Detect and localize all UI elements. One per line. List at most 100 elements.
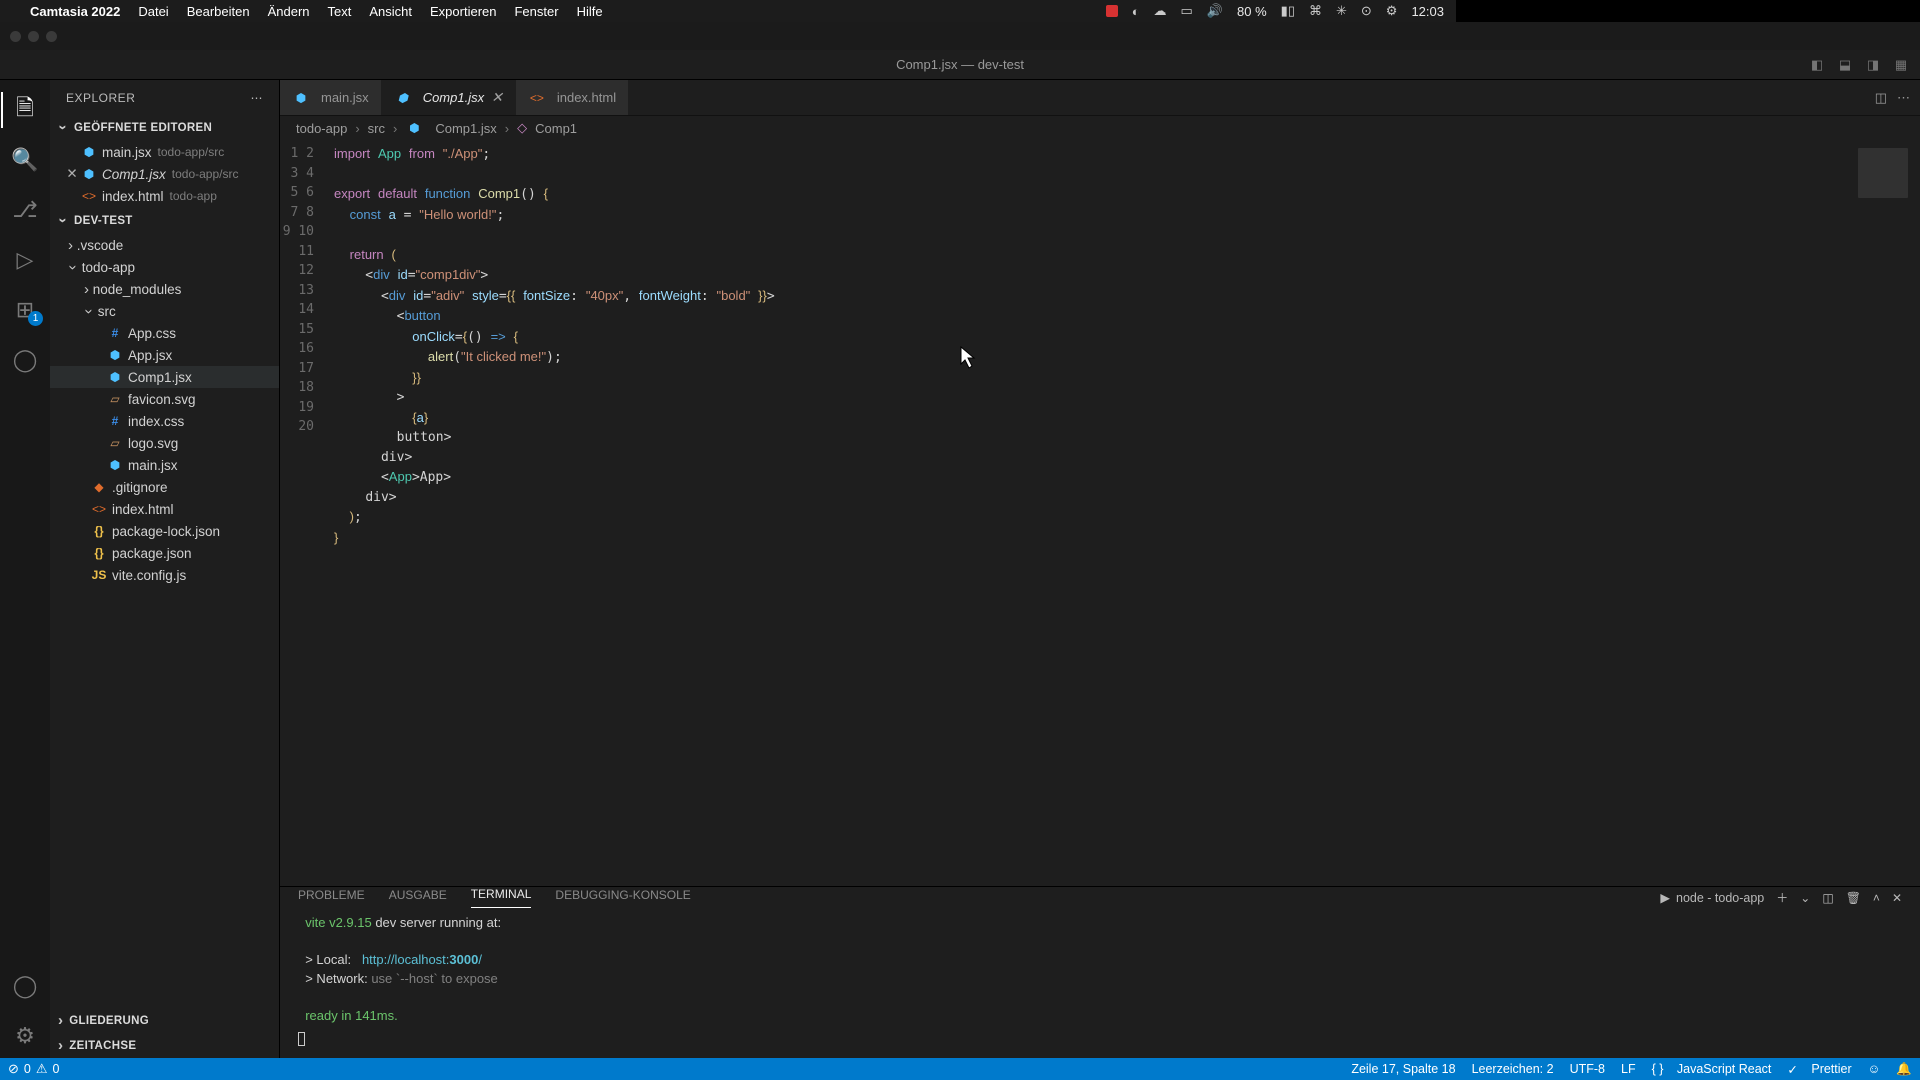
open-editor-item[interactable]: ✕⬢main.jsxtodo-app/src (50, 141, 279, 163)
section-outline[interactable]: GLIEDERUNG (50, 1008, 279, 1033)
breadcrumbs[interactable]: todo-app› src› ⬢Comp1.jsx› ◇Comp1 (280, 116, 1920, 140)
code-editor[interactable]: import App from "./App"; export default … (328, 140, 1840, 886)
mac-menu-item[interactable]: Datei (138, 4, 168, 19)
layout-panel-bottom-icon[interactable]: ⬓ (1834, 54, 1856, 76)
window-chrome (0, 22, 1920, 50)
panel-tab[interactable]: AUSGABE (389, 888, 447, 908)
file-item[interactable]: ▱logo.svg (50, 432, 279, 454)
mac-menu-item[interactable]: Exportieren (430, 4, 496, 19)
status-notifications-icon[interactable]: 🔔 (1896, 1062, 1912, 1077)
battery-percent[interactable]: 80 % (1237, 4, 1267, 19)
status-prettier[interactable]: ✓ Prettier (1787, 1062, 1851, 1077)
crumb[interactable]: Comp1 (535, 121, 577, 136)
open-editor-item[interactable]: ✕⬢Comp1.jsxtodo-app/src (50, 163, 279, 185)
panel-tab[interactable]: DEBUGGING-KONSOLE (555, 888, 690, 908)
sound-icon[interactable]: 🔊 (1207, 3, 1223, 19)
menubar-icon[interactable]: ✳ (1336, 3, 1347, 19)
menubar-icon[interactable]: ☁ (1154, 3, 1167, 19)
minimap[interactable] (1840, 140, 1920, 886)
file-item[interactable]: JSvite.config.js (50, 564, 279, 586)
crumb[interactable]: src (368, 121, 385, 136)
json-file-icon: {} (90, 524, 108, 538)
folder-node-modules[interactable]: node_modules (50, 278, 279, 300)
menubar-icon[interactable]: ◐ (1132, 4, 1140, 19)
display-icon[interactable]: ▭ (1181, 3, 1193, 19)
crumb[interactable]: Comp1.jsx (435, 121, 496, 136)
layout-panel-left-icon[interactable]: ◧ (1806, 54, 1828, 76)
status-cursor-position[interactable]: Zeile 17, Spalte 18 (1351, 1062, 1455, 1076)
section-open-editors[interactable]: GEÖFFNETE EDITOREN (50, 115, 279, 140)
file-item[interactable]: <>index.html (50, 498, 279, 520)
activity-extra-icon[interactable]: ◯ (1, 338, 49, 382)
file-item[interactable]: #App.css (50, 322, 279, 344)
mac-menu-item[interactable]: Bearbeiten (187, 4, 250, 19)
mac-menu-item[interactable]: Ändern (268, 4, 310, 19)
new-terminal-icon[interactable]: ＋ (1776, 889, 1788, 906)
file-item[interactable]: ◆.gitignore (50, 476, 279, 498)
file-item[interactable]: ▱favicon.svg (50, 388, 279, 410)
folder-todoapp[interactable]: todo-app (50, 256, 279, 278)
file-item[interactable]: {}package.json (50, 542, 279, 564)
symbol-icon: ◇ (517, 120, 527, 136)
traffic-zoom-icon[interactable] (46, 31, 57, 42)
status-indent[interactable]: Leerzeichen: 2 (1472, 1062, 1554, 1076)
activity-search-icon[interactable]: 🔍 (1, 138, 49, 182)
kill-terminal-icon[interactable]: 🗑 (1846, 891, 1861, 905)
activity-settings-icon[interactable]: ⚙ (1, 1014, 49, 1058)
clock[interactable]: 12:03 (1411, 4, 1444, 19)
status-encoding[interactable]: UTF-8 (1570, 1062, 1605, 1076)
more-actions-icon[interactable]: ⋯ (1897, 90, 1910, 106)
menubar-icon[interactable]: ⌘ (1309, 3, 1322, 19)
activity-extensions-icon[interactable]: ⊞1 (1, 288, 49, 332)
mac-menu-item[interactable]: Ansicht (369, 4, 412, 19)
layout-panel-right-icon[interactable]: ◨ (1862, 54, 1884, 76)
record-indicator-icon[interactable] (1106, 5, 1118, 17)
crumb[interactable]: todo-app (296, 121, 347, 136)
split-editor-icon[interactable]: ◫ (1875, 90, 1887, 106)
file-item[interactable]: {}package-lock.json (50, 520, 279, 542)
activity-source-control-icon[interactable]: ⎇ (1, 188, 49, 232)
terminal-output[interactable]: vite v2.9.15 dev server running at: > Lo… (280, 908, 1920, 1058)
activity-accounts-icon[interactable]: ◯ (1, 964, 49, 1008)
traffic-close-icon[interactable] (10, 31, 21, 42)
activity-explorer-icon[interactable]: 🗎 (1, 88, 49, 132)
chevron-right-icon (84, 281, 89, 298)
close-icon[interactable]: ✕ (64, 166, 80, 182)
file-item[interactable]: ⬢Comp1.jsx (50, 366, 279, 388)
panel-tabs: PROBLEME AUSGABE TERMINAL DEBUGGING-KONSOLE… (280, 887, 1920, 908)
status-language[interactable]: { } JavaScript React (1652, 1062, 1772, 1076)
app-name[interactable]: Camtasia 2022 (30, 4, 120, 19)
split-terminal-icon[interactable]: ◫ (1822, 891, 1833, 905)
folder-vscode[interactable]: .vscode (50, 234, 279, 256)
maximize-panel-icon[interactable]: ˄ (1873, 891, 1880, 905)
close-panel-icon[interactable]: ✕ (1892, 891, 1902, 905)
traffic-minimize-icon[interactable] (28, 31, 39, 42)
control-center-icon[interactable]: ⚙ (1386, 3, 1398, 19)
open-editor-item[interactable]: ✕<>index.htmltodo-app (50, 185, 279, 207)
status-errors[interactable]: ⊘0⚠0 (8, 1061, 59, 1077)
menubar-icon[interactable]: ⊙ (1361, 3, 1372, 19)
status-feedback-icon[interactable]: ☺ (1868, 1062, 1881, 1076)
editor-tab[interactable]: <>index.html (516, 80, 628, 115)
file-item[interactable]: #index.css (50, 410, 279, 432)
terminal-dropdown-icon[interactable]: ⌄ (1800, 891, 1810, 905)
file-item[interactable]: ⬢main.jsx (50, 454, 279, 476)
panel-tab[interactable]: PROBLEME (298, 888, 365, 908)
editor-tab[interactable]: ⬢Comp1.jsx✕ (382, 80, 515, 115)
mac-menu-item[interactable]: Fenster (514, 4, 558, 19)
activity-run-debug-icon[interactable]: ▷ (1, 238, 49, 282)
terminal-process-label[interactable]: ▶node - todo-app (1660, 890, 1764, 905)
status-eol[interactable]: LF (1621, 1062, 1636, 1076)
section-timeline[interactable]: ZEITACHSE (50, 1033, 279, 1058)
layout-customize-icon[interactable]: ▦ (1890, 54, 1912, 76)
explorer-more-icon[interactable]: ⋯ (251, 91, 264, 105)
editor-tab[interactable]: ⬢main.jsx (280, 80, 381, 115)
panel-tab[interactable]: TERMINAL (471, 887, 532, 908)
folder-src[interactable]: src (50, 300, 279, 322)
battery-icon[interactable]: ▮▯ (1281, 3, 1295, 19)
close-tab-icon[interactable]: ✕ (491, 89, 503, 106)
section-workspace[interactable]: DEV-TEST (50, 208, 279, 233)
file-item[interactable]: ⬢App.jsx (50, 344, 279, 366)
mac-menu-item[interactable]: Text (328, 4, 352, 19)
mac-menu-item[interactable]: Hilfe (577, 4, 603, 19)
